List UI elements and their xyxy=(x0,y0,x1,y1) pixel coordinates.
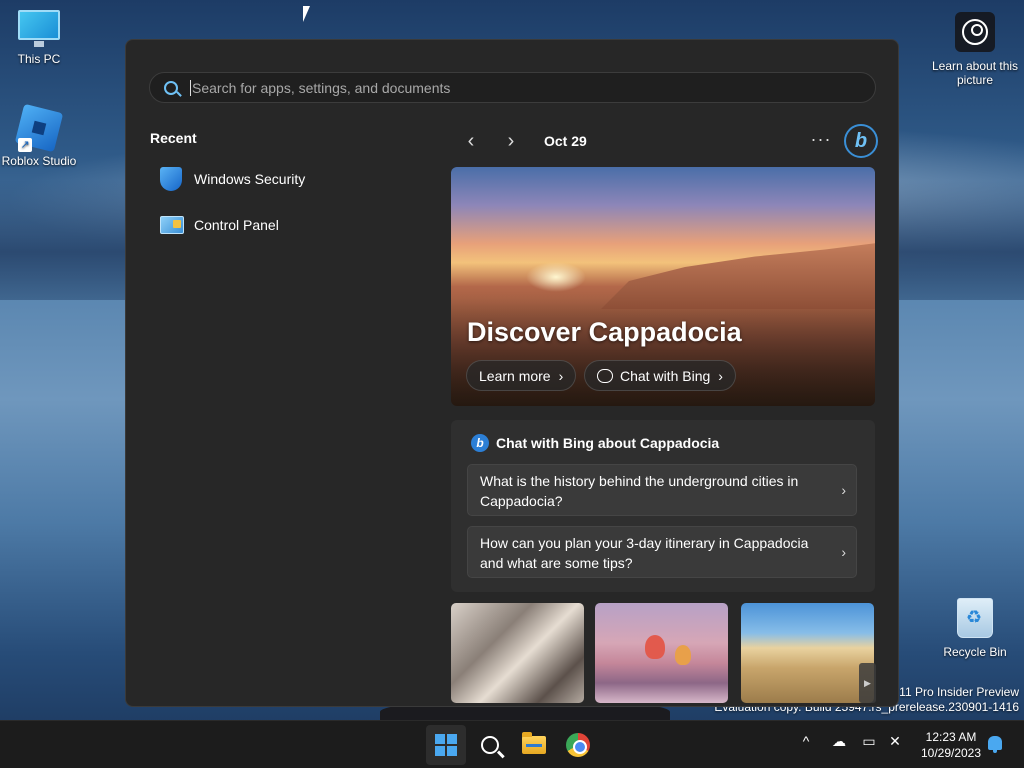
notification-bell-icon[interactable] xyxy=(988,736,1002,753)
search-input[interactable] xyxy=(190,79,850,96)
bing-card-title: Chat with Bing about Cappadocia xyxy=(496,435,720,451)
hero-image-ridge xyxy=(601,242,875,309)
desktop-icon-label: This PC xyxy=(17,52,61,66)
mouse-cursor-icon xyxy=(303,6,317,22)
network-icon[interactable]: ▭ xyxy=(858,733,880,750)
chevron-left-icon: ‹ xyxy=(467,129,475,152)
shield-icon xyxy=(160,167,182,191)
question-text: How can you plan your 3-day itinerary in… xyxy=(480,535,809,571)
start-search-box[interactable] xyxy=(149,72,876,103)
hero-title: Discover Cappadocia xyxy=(467,317,742,347)
bing-question-1[interactable]: What is the history behind the undergrou… xyxy=(467,464,857,516)
thumbnail-fairy-chimneys[interactable] xyxy=(451,603,584,703)
recent-heading: Recent xyxy=(150,130,197,146)
question-text: What is the history behind the undergrou… xyxy=(480,473,799,509)
learn-more-button[interactable]: Learn more › xyxy=(466,360,577,391)
clock-date: 10/29/2023 xyxy=(920,746,982,760)
tray-overflow-chevron-icon[interactable]: ^ xyxy=(795,733,817,749)
folder-icon xyxy=(522,732,546,754)
widget-nav-row: ‹ › Oct 29 ··· b xyxy=(456,124,878,158)
chevron-right-icon: › xyxy=(841,544,846,560)
clock-time: 12:23 AM xyxy=(925,730,977,744)
taskbar-search-button[interactable] xyxy=(470,725,510,765)
monitor-icon xyxy=(18,10,60,47)
bing-card-heading: b Chat with Bing about Cappadocia xyxy=(471,434,719,452)
chrome-icon xyxy=(566,733,590,757)
desktop-icon-roblox-studio[interactable]: ↗ Roblox Studio xyxy=(0,103,84,168)
thumbnail-hot-air-balloons[interactable] xyxy=(595,603,728,703)
desktop-icon-this-pc[interactable]: This PC xyxy=(0,10,84,66)
more-icon: ··· xyxy=(810,129,832,149)
desktop-icon-label: Recycle Bin xyxy=(943,645,1007,659)
search-icon xyxy=(164,80,178,95)
more-options-button[interactable]: ··· xyxy=(806,126,836,156)
tray-clock[interactable]: 12:23 AM 10/29/2023 xyxy=(916,729,986,761)
chat-with-bing-label: Chat with Bing xyxy=(620,367,711,384)
learn-more-label: Learn more xyxy=(479,367,551,384)
desktop-icon-learn-about-picture[interactable]: Learn about this picture xyxy=(929,12,1021,87)
search-icon xyxy=(481,736,499,754)
bing-icon: b xyxy=(471,434,489,452)
chevron-right-icon: › xyxy=(507,129,515,152)
bing-button[interactable]: b xyxy=(844,124,878,158)
desktop-icon-label: Learn about this picture xyxy=(931,59,1019,87)
bing-icon: b xyxy=(854,129,868,152)
previous-day-button[interactable]: ‹ xyxy=(456,126,486,156)
widget-date: Oct 29 xyxy=(544,133,587,149)
chat-bubble-icon xyxy=(597,368,613,383)
recent-item-label: Control Panel xyxy=(194,217,279,233)
recent-item-control-panel[interactable]: Control Panel xyxy=(150,206,430,244)
hero-card-cappadocia[interactable]: Discover Cappadocia Learn more › Chat wi… xyxy=(451,167,875,406)
control-panel-icon xyxy=(160,216,184,234)
chevron-right-icon: › xyxy=(558,367,564,384)
thumbnail-scroll-right-button[interactable]: ▶ xyxy=(859,663,876,703)
desktop-icon-label: Roblox Studio xyxy=(1,154,77,168)
taskbar: ^ ☁ ▭ ✕ 12:23 AM 10/29/2023 xyxy=(0,720,1024,768)
chat-with-bing-button[interactable]: Chat with Bing › xyxy=(584,360,736,391)
shortcut-arrow-icon: ↗ xyxy=(18,138,32,152)
chrome-button[interactable] xyxy=(558,725,598,765)
recent-item-windows-security[interactable]: Windows Security xyxy=(150,160,430,198)
hero-image-sun xyxy=(526,262,586,292)
file-explorer-button[interactable] xyxy=(514,725,554,765)
camera-location-icon xyxy=(955,12,995,52)
recent-item-label: Windows Security xyxy=(194,171,306,187)
bing-question-2[interactable]: How can you plan your 3-day itinerary in… xyxy=(467,526,857,578)
onedrive-cloud-icon[interactable]: ☁ xyxy=(828,733,850,750)
start-button[interactable] xyxy=(426,725,466,765)
chevron-right-icon: › xyxy=(718,367,723,384)
chevron-right-icon: › xyxy=(841,482,846,498)
bing-chat-card: b Chat with Bing about Cappadocia What i… xyxy=(451,420,875,592)
volume-muted-icon[interactable]: ✕ xyxy=(884,733,906,750)
start-menu: Recent Windows Security Control Panel ‹ … xyxy=(125,39,899,707)
desktop-icon-recycle-bin[interactable]: Recycle Bin xyxy=(930,598,1020,659)
windows-logo-icon xyxy=(435,734,457,756)
recycle-bin-icon xyxy=(957,598,993,638)
thumbnail-rock-dwellings[interactable] xyxy=(741,603,874,703)
next-day-button[interactable]: › xyxy=(496,126,526,156)
